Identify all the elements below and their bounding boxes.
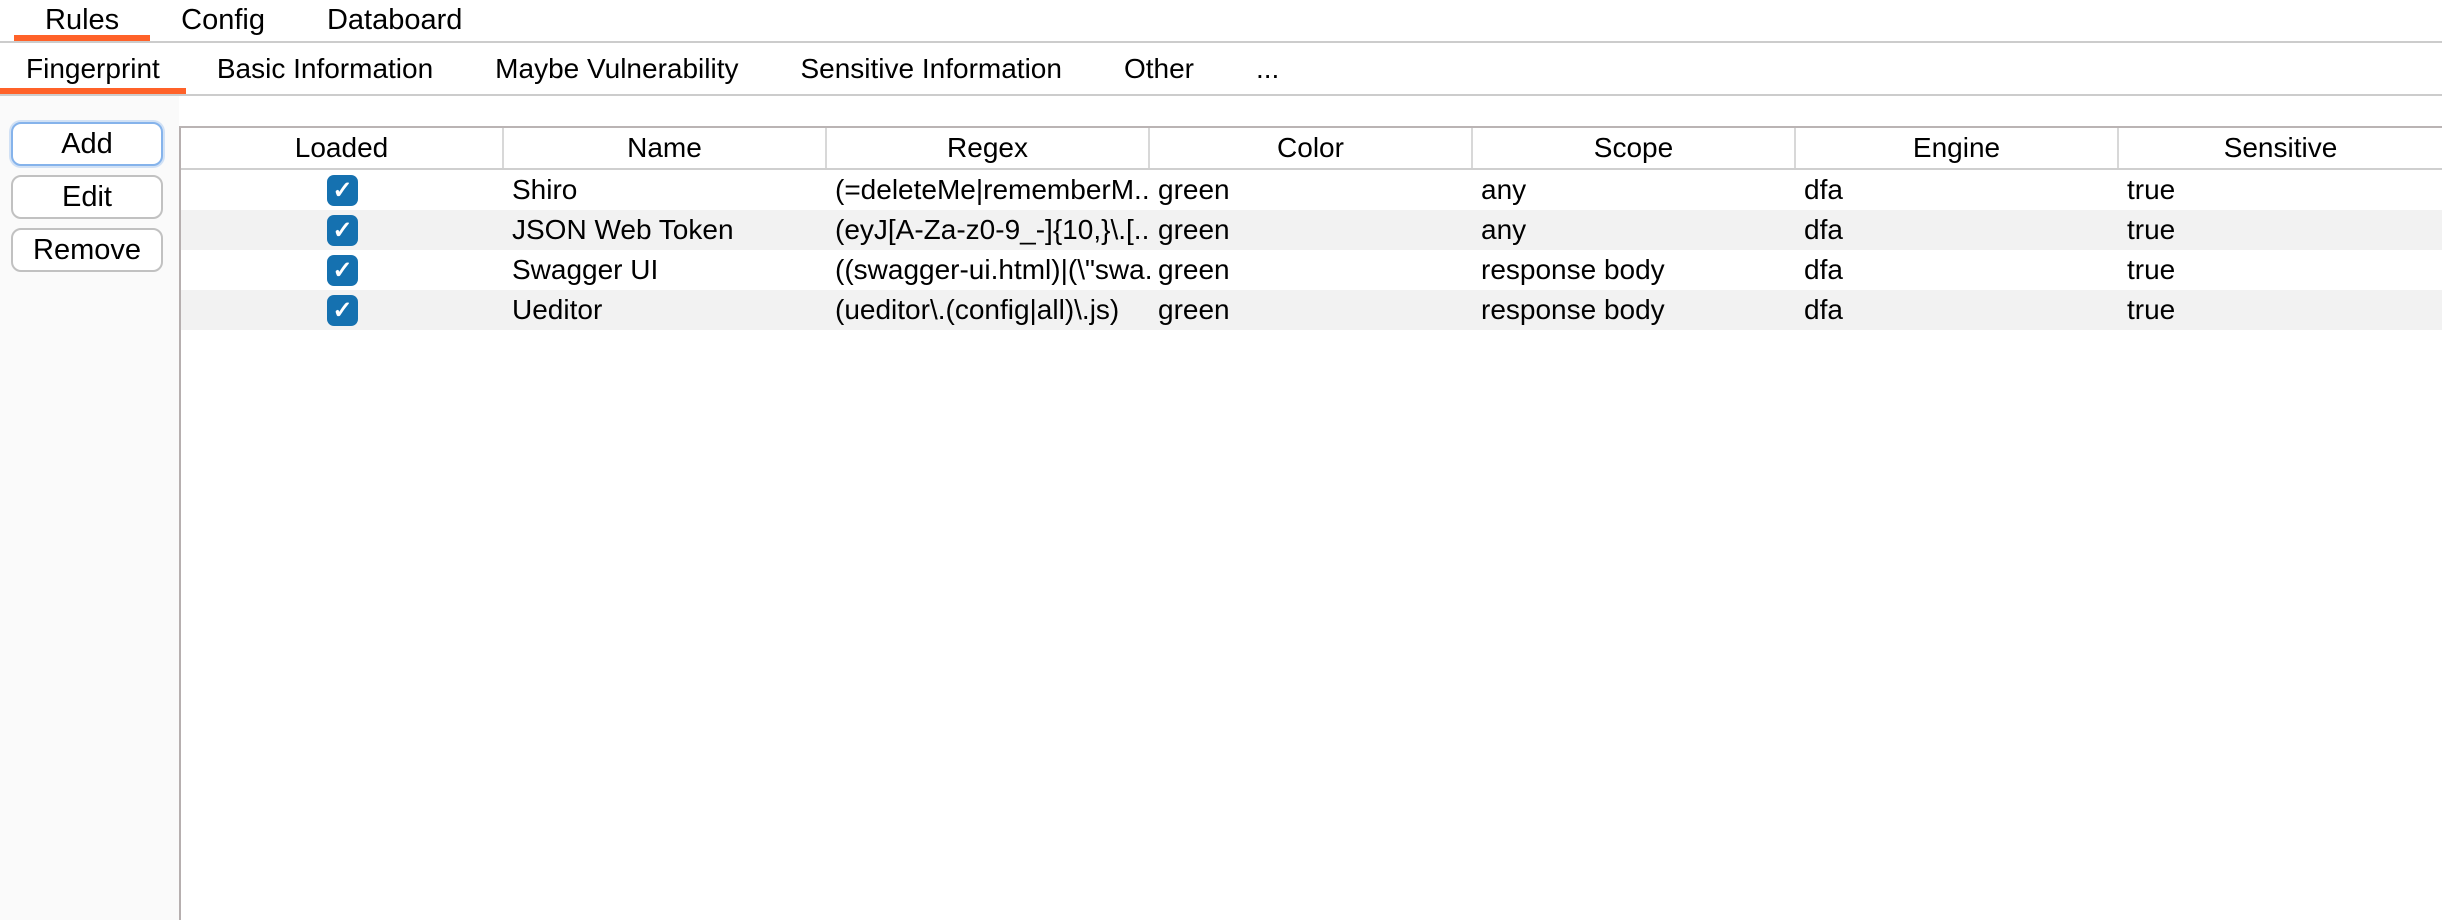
tab-more-label: ... bbox=[1256, 53, 1279, 85]
cell-regex: ((swagger-ui.html)|(\"swa... bbox=[827, 250, 1150, 290]
cell-sensitive: true bbox=[2119, 290, 2442, 330]
cell-sensitive: true bbox=[2119, 250, 2442, 290]
tab-config-label: Config bbox=[181, 4, 265, 37]
cell-sensitive: true bbox=[2119, 170, 2442, 210]
tab-rules-label: Rules bbox=[45, 4, 119, 37]
cell-loaded: ✓ bbox=[181, 250, 504, 290]
table-row[interactable]: ✓ Shiro(=deleteMe|rememberM...greenanydfa… bbox=[181, 170, 2442, 210]
column-header-sensitive[interactable]: Sensitive bbox=[2119, 128, 2442, 168]
cell-name: Swagger UI bbox=[504, 250, 827, 290]
cell-name: JSON Web Token bbox=[504, 210, 827, 250]
tab-config[interactable]: Config bbox=[150, 0, 296, 41]
tab-fingerprint[interactable]: Fingerprint bbox=[0, 43, 186, 94]
primary-tabbar: Rules Config Databoard bbox=[0, 0, 2442, 43]
tab-databoard[interactable]: Databoard bbox=[296, 0, 493, 41]
column-header-color[interactable]: Color bbox=[1150, 128, 1473, 168]
tab-more[interactable]: ... bbox=[1225, 43, 1310, 94]
column-header-engine[interactable]: Engine bbox=[1796, 128, 2119, 168]
cell-color: green bbox=[1150, 210, 1473, 250]
cell-scope: any bbox=[1473, 210, 1796, 250]
remove-button[interactable]: Remove bbox=[11, 228, 163, 272]
tab-maybe-vulnerability[interactable]: Maybe Vulnerability bbox=[464, 43, 769, 94]
cell-color: green bbox=[1150, 290, 1473, 330]
table-body: ✓Shiro(=deleteMe|rememberM...greenanydfa… bbox=[181, 170, 2442, 330]
tab-sensitive-information[interactable]: Sensitive Information bbox=[769, 43, 1092, 94]
cell-regex: (eyJ[A-Za-z0-9_-]{10,}\.[... bbox=[827, 210, 1150, 250]
column-header-regex[interactable]: Regex bbox=[827, 128, 1150, 168]
tab-fingerprint-label: Fingerprint bbox=[26, 53, 160, 85]
table-row[interactable]: ✓ Ueditor(ueditor\.(config|all)\.js)green… bbox=[181, 290, 2442, 330]
loaded-checkbox[interactable]: ✓ bbox=[327, 215, 358, 246]
tab-other[interactable]: Other bbox=[1093, 43, 1225, 94]
cell-engine: dfa bbox=[1796, 290, 2119, 330]
tab-other-label: Other bbox=[1124, 53, 1194, 85]
cell-engine: dfa bbox=[1796, 170, 2119, 210]
table-row[interactable]: ✓ Swagger UI((swagger-ui.html)|(\"swa...g… bbox=[181, 250, 2442, 290]
loaded-checkbox[interactable]: ✓ bbox=[327, 255, 358, 286]
column-header-scope[interactable]: Scope bbox=[1473, 128, 1796, 168]
cell-loaded: ✓ bbox=[181, 170, 504, 210]
tab-rules[interactable]: Rules bbox=[14, 0, 150, 41]
cell-scope: response body bbox=[1473, 290, 1796, 330]
tab-sensitive-information-label: Sensitive Information bbox=[800, 53, 1061, 85]
table-row[interactable]: ✓ JSON Web Token(eyJ[A-Za-z0-9_-]{10,}\.[… bbox=[181, 210, 2442, 250]
cell-loaded: ✓ bbox=[181, 290, 504, 330]
cell-color: green bbox=[1150, 250, 1473, 290]
add-button[interactable]: Add bbox=[11, 122, 163, 166]
cell-loaded: ✓ bbox=[181, 210, 504, 250]
loaded-checkbox[interactable]: ✓ bbox=[327, 175, 358, 206]
cell-regex: (=deleteMe|rememberM... bbox=[827, 170, 1150, 210]
loaded-checkbox[interactable]: ✓ bbox=[327, 295, 358, 326]
tab-basic-information-label: Basic Information bbox=[217, 53, 433, 85]
cell-name: Ueditor bbox=[504, 290, 827, 330]
cell-engine: dfa bbox=[1796, 250, 2119, 290]
tab-databoard-label: Databoard bbox=[327, 4, 462, 37]
tab-maybe-vulnerability-label: Maybe Vulnerability bbox=[495, 53, 738, 85]
edit-button[interactable]: Edit bbox=[11, 175, 163, 219]
tab-basic-information[interactable]: Basic Information bbox=[186, 43, 464, 94]
rules-content: Add Edit Remove Loaded Name Regex Color … bbox=[0, 96, 2442, 920]
cell-scope: any bbox=[1473, 170, 1796, 210]
cell-sensitive: true bbox=[2119, 210, 2442, 250]
secondary-tabbar: Fingerprint Basic Information Maybe Vuln… bbox=[0, 43, 2442, 96]
table-header-row: Loaded Name Regex Color Scope Engine Sen… bbox=[181, 128, 2442, 170]
cell-color: green bbox=[1150, 170, 1473, 210]
extension-root: Rules Config Databoard Fingerprint Basic… bbox=[0, 0, 2442, 920]
rule-actions-panel: Add Edit Remove bbox=[0, 96, 179, 920]
cell-scope: response body bbox=[1473, 250, 1796, 290]
column-header-name[interactable]: Name bbox=[504, 128, 827, 168]
cell-engine: dfa bbox=[1796, 210, 2119, 250]
rules-table-container: Loaded Name Regex Color Scope Engine Sen… bbox=[179, 126, 2442, 920]
column-header-loaded[interactable]: Loaded bbox=[181, 128, 504, 168]
cell-name: Shiro bbox=[504, 170, 827, 210]
cell-regex: (ueditor\.(config|all)\.js) bbox=[827, 290, 1150, 330]
